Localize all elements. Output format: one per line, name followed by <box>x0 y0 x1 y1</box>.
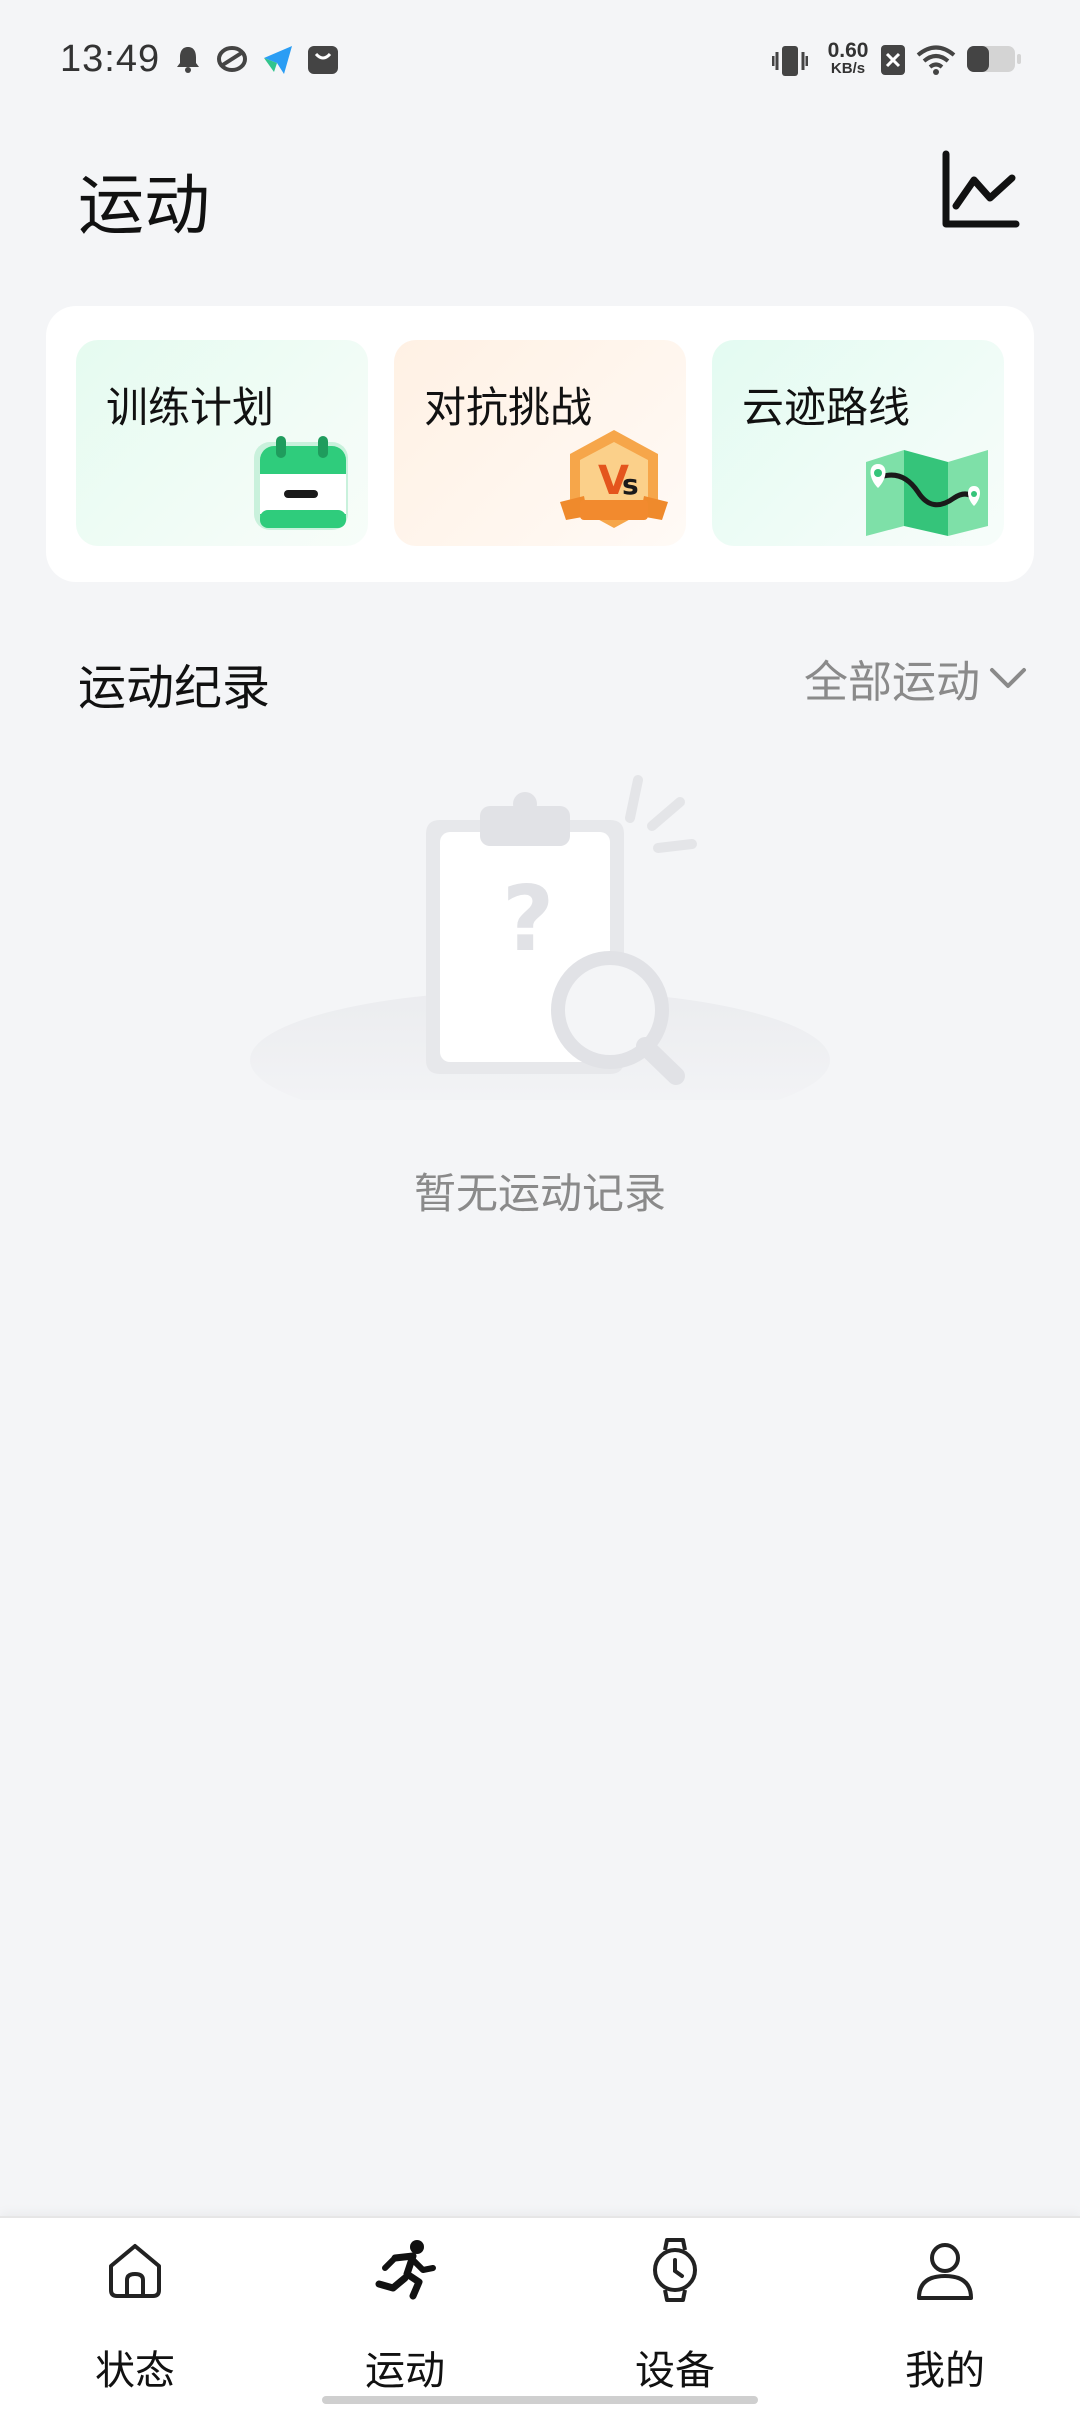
wifi-icon <box>916 45 956 75</box>
quick-actions-panel: 训练计划 对抗挑战 V s 云迹路线 <box>46 306 1034 582</box>
training-plan-label: 训练计划 <box>106 383 275 432</box>
watch-icon <box>653 2238 697 2302</box>
page-title: 运动 <box>78 167 210 244</box>
calendar-icon <box>254 436 348 530</box>
nav-item-mine[interactable]: 我的 <box>810 2218 1080 2410</box>
sim-off-icon <box>881 45 905 75</box>
bag-icon <box>308 46 338 74</box>
home-icon <box>109 2244 161 2298</box>
status-bar: 13:49 0.60 KB/s <box>0 0 1080 130</box>
records-title: 运动纪录 <box>78 660 271 716</box>
sport-filter-dropdown[interactable]: 全部运动 <box>804 646 1030 710</box>
nav-label-status: 状态 <box>95 2348 175 2394</box>
net-speed-unit: KB/s <box>830 60 866 77</box>
training-plan-card[interactable]: 训练计划 <box>76 340 368 546</box>
net-speed-value: 0.60 <box>827 39 869 62</box>
bell-icon <box>177 47 199 73</box>
app-icon <box>217 46 247 72</box>
send-icon <box>264 46 292 74</box>
route-map-icon <box>866 450 988 536</box>
nav-item-status[interactable]: 状态 <box>0 2218 270 2410</box>
svg-text:s: s <box>622 468 639 501</box>
person-icon <box>917 2243 973 2300</box>
nav-item-sport[interactable]: 运动 <box>270 2218 540 2410</box>
battery-icon <box>967 46 1021 72</box>
stats-chart-button[interactable] <box>940 150 1020 230</box>
bottom-nav: 状态 运动 设备 我的 <box>0 2216 1080 2410</box>
home-indicator[interactable] <box>322 2396 758 2404</box>
nav-item-device[interactable]: 设备 <box>540 2218 810 2410</box>
svg-text:?: ? <box>502 867 554 972</box>
empty-records-illustration: ? <box>250 775 830 1100</box>
nav-label-mine: 我的 <box>905 2348 985 2394</box>
running-icon <box>375 2240 436 2300</box>
line-chart-icon <box>942 150 1020 228</box>
status-time: 13:49 <box>60 38 161 80</box>
route-card[interactable]: 云迹路线 <box>712 340 1004 546</box>
nav-label-sport: 运动 <box>365 2348 445 2394</box>
vs-badge-icon: V s <box>560 430 668 528</box>
empty-records-text: 暂无运动记录 <box>413 1169 666 1218</box>
vibrate-icon <box>772 46 808 76</box>
sport-filter-label: 全部运动 <box>804 657 980 708</box>
nav-label-device: 设备 <box>635 2348 715 2394</box>
chevron-down-icon <box>990 668 1026 688</box>
net-speed: 0.60 KB/s <box>820 39 876 78</box>
challenge-card[interactable]: 对抗挑战 V s <box>394 340 686 546</box>
route-label: 云迹路线 <box>742 383 911 432</box>
